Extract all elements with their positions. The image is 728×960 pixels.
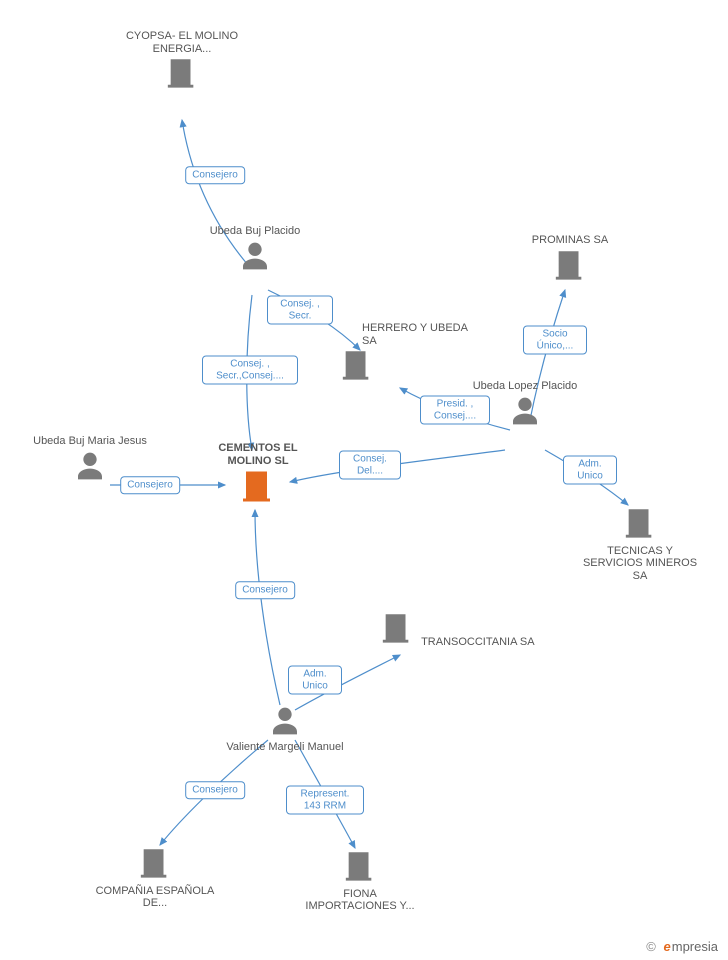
building-icon	[553, 247, 587, 285]
node-ubeda-buj-placido[interactable]: Ubeda Buj Placido	[195, 225, 315, 275]
node-transoccitania[interactable]: TRANSOCCITANIA SA	[380, 610, 560, 648]
building-icon	[138, 845, 172, 883]
building-icon	[343, 848, 377, 886]
brand-rest: mpresia	[672, 939, 718, 954]
node-compania[interactable]: COMPAÑIA ESPAÑOLA DE...	[95, 845, 215, 910]
edge-label-consej-secr-consej: Consej. , Secr.,Consej....	[202, 356, 298, 385]
watermark: © empresia	[646, 939, 718, 954]
person-icon	[239, 240, 271, 276]
node-label: Ubeda Buj Maria Jesus	[30, 435, 150, 448]
node-tecnicas[interactable]: TECNICAS Y SERVICIOS MINEROS SA	[580, 505, 700, 583]
edge-label-consej-secr: Consej. , Secr.	[267, 296, 333, 325]
node-label: CEMENTOS EL MOLINO SL	[198, 442, 318, 467]
node-label: FIONA IMPORTACIONES Y...	[300, 888, 420, 913]
edge-label-represent: Represent. 143 RRM	[286, 786, 364, 815]
node-valiente[interactable]: Valiente Margeli Manuel	[225, 705, 345, 755]
node-label: Ubeda Lopez Placido	[465, 380, 585, 393]
edge-valiente-to-focal	[255, 510, 280, 705]
node-fiona[interactable]: FIONA IMPORTACIONES Y...	[300, 848, 420, 913]
node-ubeda-lopez-placido[interactable]: Ubeda Lopez Placido	[465, 380, 585, 430]
node-label: HERRERO Y UBEDA SA	[362, 322, 470, 347]
building-icon	[240, 467, 276, 507]
node-label: CYOPSA- EL MOLINO ENERGIA...	[122, 30, 242, 55]
edge-label-adm-unico-tec: Adm. Unico	[563, 456, 617, 485]
building-icon	[340, 347, 374, 385]
person-icon	[509, 395, 541, 431]
edge-label-adm-unico-trans: Adm. Unico	[288, 666, 342, 695]
node-label: TECNICAS Y SERVICIOS MINEROS SA	[580, 545, 700, 583]
node-cyopsa[interactable]: CYOPSA- EL MOLINO ENERGIA...	[122, 28, 242, 93]
node-label: PROMINAS SA	[510, 234, 630, 247]
node-focal-cementos-el-molino[interactable]: CEMENTOS EL MOLINO SL	[198, 440, 318, 507]
edge-label-socio-unico: Socio Único,...	[523, 326, 587, 355]
building-icon	[380, 610, 414, 648]
building-icon	[623, 505, 657, 543]
node-prominas[interactable]: PROMINAS SA	[510, 232, 630, 284]
node-label: TRANSOCCITANIA SA	[421, 636, 534, 649]
node-ubeda-buj-maria-jesus[interactable]: Ubeda Buj Maria Jesus	[30, 435, 150, 485]
node-label: Valiente Margeli Manuel	[225, 741, 345, 754]
node-label: Ubeda Buj Placido	[195, 225, 315, 238]
diagram-canvas: Consejero Consej. , Secr. Consej. , Secr…	[0, 0, 728, 960]
edge-label-consej-del: Consej. Del....	[339, 451, 401, 480]
brand-initial: e	[664, 939, 671, 954]
edge-label-consejero-comp: Consejero	[185, 781, 245, 799]
node-herrero[interactable]: HERRERO Y UBEDA SA	[340, 320, 470, 385]
person-icon	[74, 450, 106, 486]
edge-label-consejero-val: Consejero	[235, 581, 295, 599]
node-label: COMPAÑIA ESPAÑOLA DE...	[95, 885, 215, 910]
copyright-symbol: ©	[646, 939, 656, 954]
person-icon	[269, 705, 301, 741]
edge-label-consejero-cyopsa: Consejero	[185, 166, 245, 184]
building-icon	[165, 55, 199, 93]
